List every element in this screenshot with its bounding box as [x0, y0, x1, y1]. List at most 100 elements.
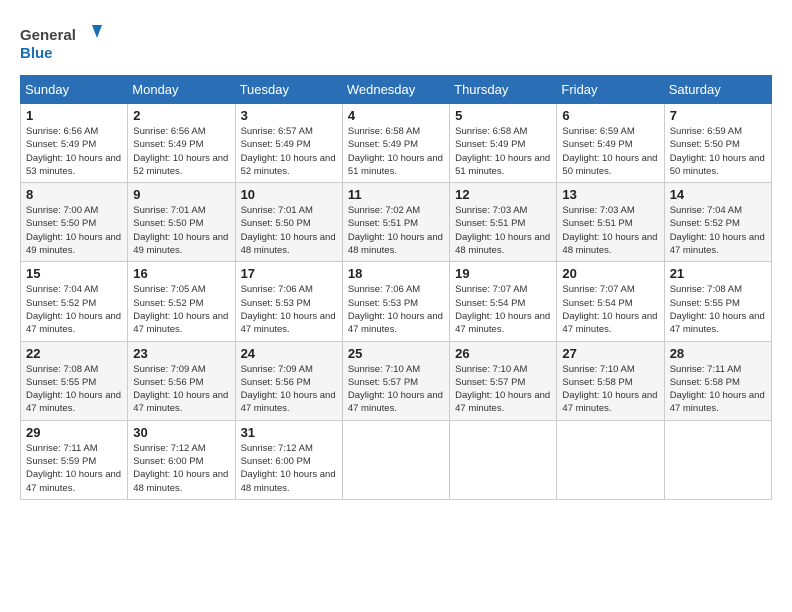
calendar-cell: 10 Sunrise: 7:01 AM Sunset: 5:50 PM Dayl…: [235, 183, 342, 262]
day-number: 31: [241, 425, 337, 440]
day-number: 28: [670, 346, 766, 361]
day-info: Sunrise: 7:06 AM Sunset: 5:53 PM Dayligh…: [241, 283, 337, 336]
day-number: 15: [26, 266, 122, 281]
day-number: 16: [133, 266, 229, 281]
calendar-cell: 9 Sunrise: 7:01 AM Sunset: 5:50 PM Dayli…: [128, 183, 235, 262]
day-info: Sunrise: 7:02 AM Sunset: 5:51 PM Dayligh…: [348, 204, 444, 257]
calendar-cell: 28 Sunrise: 7:11 AM Sunset: 5:58 PM Dayl…: [664, 341, 771, 420]
day-info: Sunrise: 7:11 AM Sunset: 5:59 PM Dayligh…: [26, 442, 122, 495]
calendar-cell: [342, 420, 449, 499]
calendar-cell: 8 Sunrise: 7:00 AM Sunset: 5:50 PM Dayli…: [21, 183, 128, 262]
logo-text: General Blue: [20, 20, 110, 65]
day-info: Sunrise: 6:56 AM Sunset: 5:49 PM Dayligh…: [133, 125, 229, 178]
calendar-cell: 14 Sunrise: 7:04 AM Sunset: 5:52 PM Dayl…: [664, 183, 771, 262]
calendar-cell: [557, 420, 664, 499]
calendar-cell: 25 Sunrise: 7:10 AM Sunset: 5:57 PM Dayl…: [342, 341, 449, 420]
calendar-cell: 18 Sunrise: 7:06 AM Sunset: 5:53 PM Dayl…: [342, 262, 449, 341]
calendar-cell: 20 Sunrise: 7:07 AM Sunset: 5:54 PM Dayl…: [557, 262, 664, 341]
day-info: Sunrise: 7:06 AM Sunset: 5:53 PM Dayligh…: [348, 283, 444, 336]
day-info: Sunrise: 7:11 AM Sunset: 5:58 PM Dayligh…: [670, 363, 766, 416]
calendar-cell: 22 Sunrise: 7:08 AM Sunset: 5:55 PM Dayl…: [21, 341, 128, 420]
day-info: Sunrise: 7:08 AM Sunset: 5:55 PM Dayligh…: [26, 363, 122, 416]
calendar-cell: 15 Sunrise: 7:04 AM Sunset: 5:52 PM Dayl…: [21, 262, 128, 341]
day-info: Sunrise: 7:08 AM Sunset: 5:55 PM Dayligh…: [670, 283, 766, 336]
calendar-cell: 24 Sunrise: 7:09 AM Sunset: 5:56 PM Dayl…: [235, 341, 342, 420]
day-info: Sunrise: 7:01 AM Sunset: 5:50 PM Dayligh…: [133, 204, 229, 257]
calendar-cell: 11 Sunrise: 7:02 AM Sunset: 5:51 PM Dayl…: [342, 183, 449, 262]
day-number: 29: [26, 425, 122, 440]
day-number: 6: [562, 108, 658, 123]
day-number: 27: [562, 346, 658, 361]
day-number: 3: [241, 108, 337, 123]
day-number: 18: [348, 266, 444, 281]
page-header: General Blue: [20, 20, 772, 65]
calendar-week-2: 8 Sunrise: 7:00 AM Sunset: 5:50 PM Dayli…: [21, 183, 772, 262]
day-number: 9: [133, 187, 229, 202]
day-number: 22: [26, 346, 122, 361]
day-info: Sunrise: 6:58 AM Sunset: 5:49 PM Dayligh…: [348, 125, 444, 178]
day-info: Sunrise: 7:12 AM Sunset: 6:00 PM Dayligh…: [241, 442, 337, 495]
weekday-header-sunday: Sunday: [21, 76, 128, 104]
day-info: Sunrise: 7:05 AM Sunset: 5:52 PM Dayligh…: [133, 283, 229, 336]
day-number: 20: [562, 266, 658, 281]
day-info: Sunrise: 7:07 AM Sunset: 5:54 PM Dayligh…: [562, 283, 658, 336]
calendar-cell: 16 Sunrise: 7:05 AM Sunset: 5:52 PM Dayl…: [128, 262, 235, 341]
calendar-cell: 27 Sunrise: 7:10 AM Sunset: 5:58 PM Dayl…: [557, 341, 664, 420]
day-number: 13: [562, 187, 658, 202]
calendar-week-1: 1 Sunrise: 6:56 AM Sunset: 5:49 PM Dayli…: [21, 104, 772, 183]
day-number: 2: [133, 108, 229, 123]
day-number: 1: [26, 108, 122, 123]
day-info: Sunrise: 7:04 AM Sunset: 5:52 PM Dayligh…: [26, 283, 122, 336]
day-number: 21: [670, 266, 766, 281]
calendar-cell: 30 Sunrise: 7:12 AM Sunset: 6:00 PM Dayl…: [128, 420, 235, 499]
day-number: 17: [241, 266, 337, 281]
day-info: Sunrise: 7:03 AM Sunset: 5:51 PM Dayligh…: [562, 204, 658, 257]
day-number: 25: [348, 346, 444, 361]
day-info: Sunrise: 7:04 AM Sunset: 5:52 PM Dayligh…: [670, 204, 766, 257]
calendar-cell: 2 Sunrise: 6:56 AM Sunset: 5:49 PM Dayli…: [128, 104, 235, 183]
calendar-cell: 31 Sunrise: 7:12 AM Sunset: 6:00 PM Dayl…: [235, 420, 342, 499]
day-number: 8: [26, 187, 122, 202]
calendar-cell: 5 Sunrise: 6:58 AM Sunset: 5:49 PM Dayli…: [450, 104, 557, 183]
svg-text:Blue: Blue: [20, 45, 53, 62]
day-number: 26: [455, 346, 551, 361]
day-info: Sunrise: 7:09 AM Sunset: 5:56 PM Dayligh…: [241, 363, 337, 416]
calendar-cell: 3 Sunrise: 6:57 AM Sunset: 5:49 PM Dayli…: [235, 104, 342, 183]
day-info: Sunrise: 7:12 AM Sunset: 6:00 PM Dayligh…: [133, 442, 229, 495]
calendar-cell: 29 Sunrise: 7:11 AM Sunset: 5:59 PM Dayl…: [21, 420, 128, 499]
day-number: 19: [455, 266, 551, 281]
day-number: 24: [241, 346, 337, 361]
calendar-cell: 7 Sunrise: 6:59 AM Sunset: 5:50 PM Dayli…: [664, 104, 771, 183]
day-info: Sunrise: 7:07 AM Sunset: 5:54 PM Dayligh…: [455, 283, 551, 336]
calendar-cell: 17 Sunrise: 7:06 AM Sunset: 5:53 PM Dayl…: [235, 262, 342, 341]
calendar-cell: [664, 420, 771, 499]
day-info: Sunrise: 6:59 AM Sunset: 5:50 PM Dayligh…: [670, 125, 766, 178]
calendar-cell: 21 Sunrise: 7:08 AM Sunset: 5:55 PM Dayl…: [664, 262, 771, 341]
day-number: 11: [348, 187, 444, 202]
calendar-cell: 19 Sunrise: 7:07 AM Sunset: 5:54 PM Dayl…: [450, 262, 557, 341]
calendar-cell: 13 Sunrise: 7:03 AM Sunset: 5:51 PM Dayl…: [557, 183, 664, 262]
svg-text:General: General: [20, 27, 76, 44]
day-info: Sunrise: 7:10 AM Sunset: 5:57 PM Dayligh…: [348, 363, 444, 416]
weekday-header-wednesday: Wednesday: [342, 76, 449, 104]
weekday-header-thursday: Thursday: [450, 76, 557, 104]
calendar-table: SundayMondayTuesdayWednesdayThursdayFrid…: [20, 75, 772, 500]
logo: General Blue: [20, 20, 110, 65]
day-number: 4: [348, 108, 444, 123]
day-number: 14: [670, 187, 766, 202]
day-info: Sunrise: 7:09 AM Sunset: 5:56 PM Dayligh…: [133, 363, 229, 416]
calendar-cell: 12 Sunrise: 7:03 AM Sunset: 5:51 PM Dayl…: [450, 183, 557, 262]
weekday-header-saturday: Saturday: [664, 76, 771, 104]
calendar-cell: 1 Sunrise: 6:56 AM Sunset: 5:49 PM Dayli…: [21, 104, 128, 183]
weekday-header-tuesday: Tuesday: [235, 76, 342, 104]
day-info: Sunrise: 6:59 AM Sunset: 5:49 PM Dayligh…: [562, 125, 658, 178]
calendar-cell: 26 Sunrise: 7:10 AM Sunset: 5:57 PM Dayl…: [450, 341, 557, 420]
day-info: Sunrise: 7:10 AM Sunset: 5:57 PM Dayligh…: [455, 363, 551, 416]
day-info: Sunrise: 7:10 AM Sunset: 5:58 PM Dayligh…: [562, 363, 658, 416]
calendar-header-row: SundayMondayTuesdayWednesdayThursdayFrid…: [21, 76, 772, 104]
day-info: Sunrise: 6:57 AM Sunset: 5:49 PM Dayligh…: [241, 125, 337, 178]
calendar-cell: [450, 420, 557, 499]
day-number: 10: [241, 187, 337, 202]
day-info: Sunrise: 7:01 AM Sunset: 5:50 PM Dayligh…: [241, 204, 337, 257]
weekday-header-friday: Friday: [557, 76, 664, 104]
